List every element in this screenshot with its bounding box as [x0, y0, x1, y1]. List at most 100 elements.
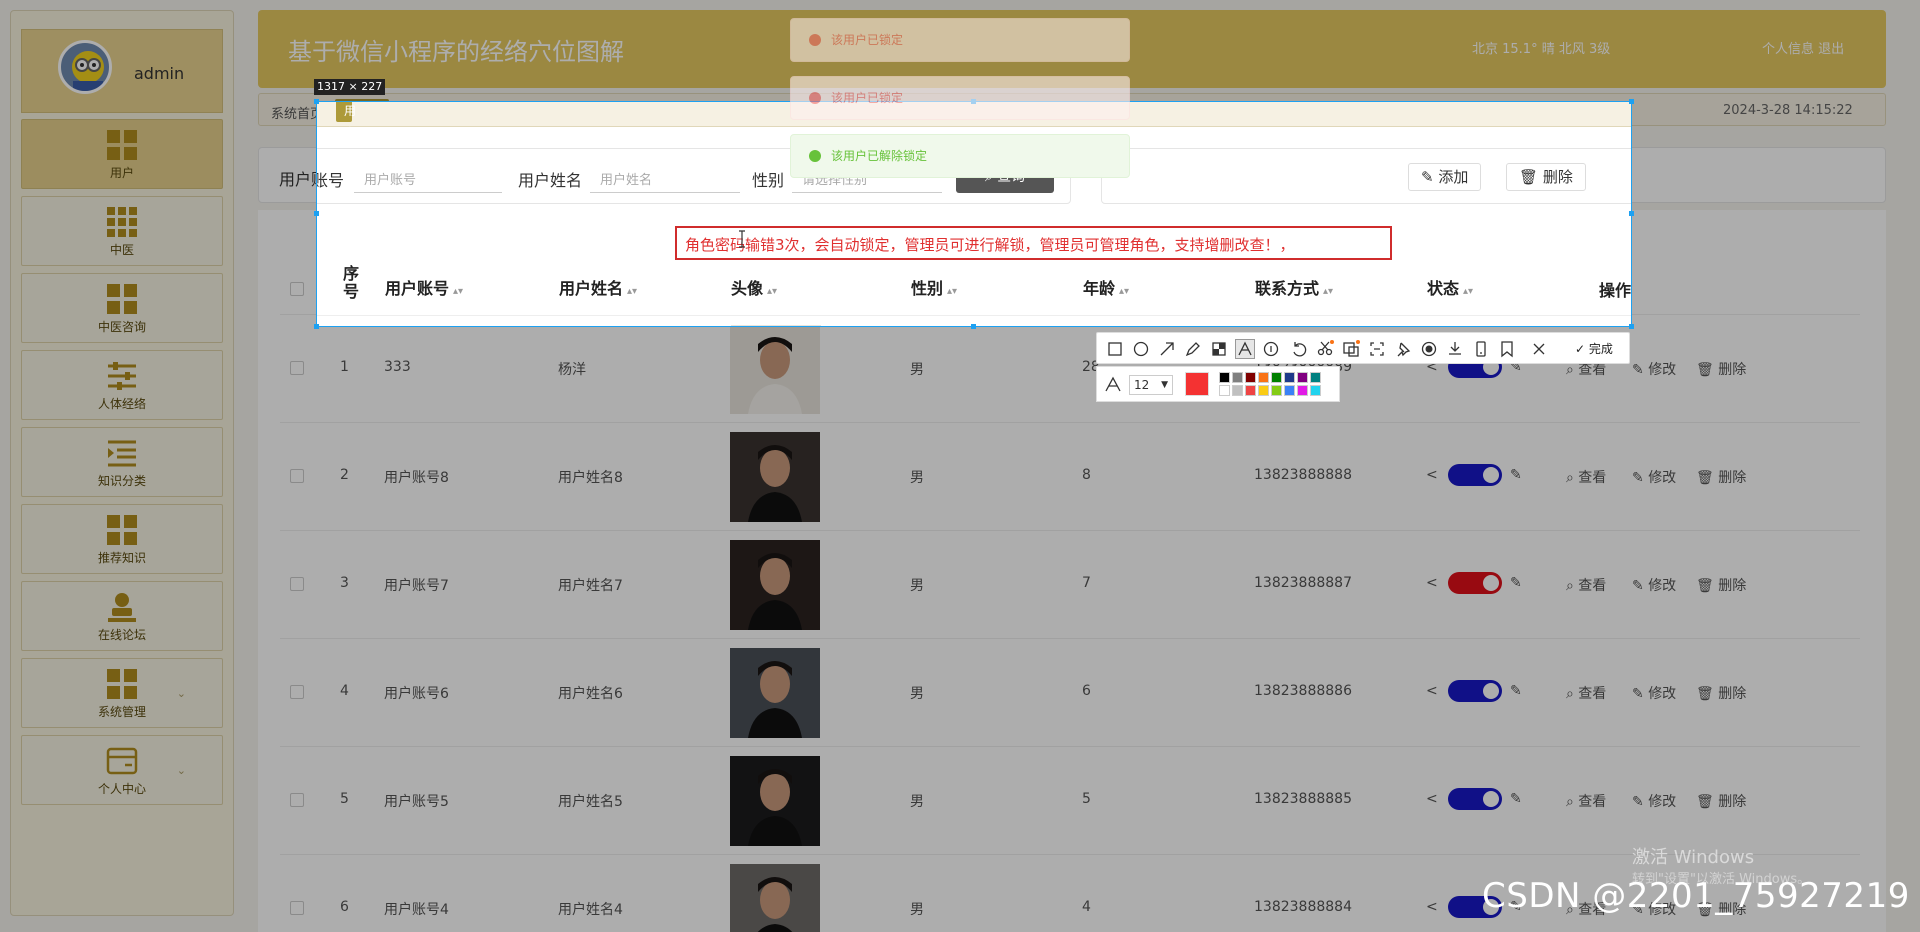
name-filter-label: 用户姓名 [518, 171, 583, 190]
record-icon[interactable] [1419, 339, 1439, 359]
text-style-panel: 12 ▼ [1096, 366, 1340, 402]
color-swatch[interactable] [1232, 385, 1243, 396]
color-swatch[interactable] [1310, 372, 1321, 383]
column-header-actions: 操作 [1599, 281, 1632, 300]
pen-tool-icon[interactable] [1183, 339, 1203, 359]
column-header-age[interactable]: 年龄▴▾ [1083, 275, 1129, 299]
column-header-avatar[interactable]: 头像▴▾ [731, 275, 777, 299]
delete-button[interactable]: 🗑 删除 [1506, 163, 1586, 191]
success-icon [809, 149, 821, 162]
add-button[interactable]: ✎ 添加 [1408, 163, 1482, 191]
download-icon[interactable] [1445, 339, 1465, 359]
gender-filter-label: 性别 [752, 171, 785, 190]
toast-message: 该用户已解除锁定 [790, 134, 1130, 178]
toast-text: 该用户已解除锁定 [831, 149, 928, 163]
windows-activation-title: 激活 Windows [1632, 847, 1755, 868]
cursor-icon [738, 230, 745, 248]
resize-handle[interactable] [1629, 99, 1634, 104]
done-button-label: 完成 [1588, 342, 1613, 356]
name-filter-input[interactable]: 用户姓名 [590, 161, 740, 193]
mosaic-tool-icon[interactable] [1209, 339, 1229, 359]
undo-icon[interactable] [1289, 339, 1309, 359]
color-swatch[interactable] [1284, 385, 1295, 396]
font-icon [1103, 375, 1123, 395]
resize-handle[interactable] [314, 324, 319, 329]
annotation-text[interactable]: 角色密码输错3次，会自动锁定，管理员可进行解锁，管理员可管理角色，支持增删改查！… [685, 234, 1295, 255]
check-icon: ✓ [1575, 342, 1589, 356]
arrow-tool-icon[interactable] [1157, 339, 1177, 359]
resize-handle[interactable] [1629, 324, 1634, 329]
color-swatch[interactable] [1297, 385, 1308, 396]
color-swatch[interactable] [1297, 372, 1308, 383]
text-tool-icon[interactable] [1235, 339, 1255, 359]
account-filter-input[interactable]: 用户账号 [354, 161, 502, 193]
add-icon: ✎ [1421, 168, 1439, 186]
scissors-icon[interactable] [1315, 339, 1335, 359]
sort-icon: ▴▾ [1119, 286, 1130, 297]
column-header-account-label: 用户账号 [385, 279, 450, 298]
color-swatch[interactable] [1232, 372, 1243, 383]
pin-icon[interactable] [1393, 339, 1413, 359]
resize-handle[interactable] [971, 324, 976, 329]
number-tool-icon[interactable] [1261, 339, 1281, 359]
chevron-down-icon: ▼ [1161, 380, 1168, 390]
phone-icon[interactable] [1471, 339, 1491, 359]
toast-text: 该用户已锁定 [831, 33, 904, 47]
column-header-gender[interactable]: 性别▴▾ [911, 275, 957, 299]
color-swatch[interactable] [1245, 385, 1256, 396]
color-swatch[interactable] [1258, 385, 1269, 396]
error-icon [809, 33, 821, 46]
column-header-status[interactable]: 状态▴▾ [1427, 275, 1473, 299]
resize-handle[interactable] [314, 99, 319, 104]
sort-icon: ▴▾ [627, 286, 638, 297]
color-swatch[interactable] [1219, 372, 1230, 383]
current-color-swatch[interactable] [1185, 372, 1209, 396]
error-icon [809, 91, 821, 104]
resize-handle[interactable] [1629, 211, 1634, 216]
color-swatch[interactable] [1219, 385, 1230, 396]
column-header-avatar-label: 头像 [731, 279, 764, 298]
csdn-watermark: CSDN @2201_75927219 [1482, 876, 1910, 916]
ellipse-tool-icon[interactable] [1131, 339, 1151, 359]
resize-handle[interactable] [314, 211, 319, 216]
color-swatch[interactable] [1284, 372, 1295, 383]
sort-icon: ▴▾ [1323, 286, 1334, 297]
add-button-label: 添加 [1438, 168, 1469, 186]
column-header-gender-label: 性别 [911, 279, 944, 298]
done-button[interactable]: ✓ 完成 [1575, 340, 1613, 357]
sort-icon: ▴▾ [453, 286, 464, 297]
toast-message: 该用户已锁定 [790, 18, 1130, 62]
sort-icon: ▴▾ [1463, 286, 1474, 297]
column-header-name[interactable]: 用户姓名▴▾ [559, 275, 637, 299]
column-header-account[interactable]: 用户账号▴▾ [385, 275, 463, 299]
column-header-name-label: 用户姓名 [559, 279, 624, 298]
sort-icon: ▴▾ [767, 286, 778, 297]
account-filter-label: 用户账号 [317, 171, 345, 190]
color-swatch[interactable] [1271, 385, 1282, 396]
font-size-select[interactable]: 12 ▼ [1129, 375, 1173, 395]
action-bar: ✎ 添加 🗑 删除 [1101, 148, 1631, 204]
avatar-photo [731, 325, 821, 326]
scroll-capture-icon[interactable] [1367, 339, 1387, 359]
column-header-age-label: 年龄 [1083, 279, 1116, 298]
text-annotation-box[interactable]: 角色密码输错3次，会自动锁定，管理员可进行解锁，管理员可管理角色，支持增删改查！… [675, 226, 1392, 260]
color-swatch[interactable] [1245, 372, 1256, 383]
bookmark-icon[interactable] [1497, 339, 1517, 359]
capture-size-label: 1317 × 227 [314, 79, 386, 95]
delete-button-label: 删除 [1542, 168, 1573, 186]
screenshot-toolbar: ✓ 完成 [1096, 332, 1630, 364]
rectangle-tool-icon[interactable] [1105, 339, 1125, 359]
ocr-icon[interactable] [1341, 339, 1361, 359]
toast-message: 该用户已锁定 [790, 76, 1130, 120]
column-header-status-label: 状态 [1427, 279, 1460, 298]
column-header-contact-label: 联系方式 [1255, 279, 1320, 298]
color-swatch[interactable] [1310, 385, 1321, 396]
color-swatch[interactable] [1271, 372, 1282, 383]
tab-users[interactable]: 用户 × [336, 102, 356, 162]
close-icon[interactable] [1529, 339, 1549, 359]
toast-text: 该用户已锁定 [831, 91, 904, 105]
column-header-contact[interactable]: 联系方式▴▾ [1255, 275, 1333, 299]
trash-icon: 🗑 [1519, 168, 1543, 186]
font-size-value: 12 [1134, 378, 1150, 392]
color-swatch[interactable] [1258, 372, 1269, 383]
